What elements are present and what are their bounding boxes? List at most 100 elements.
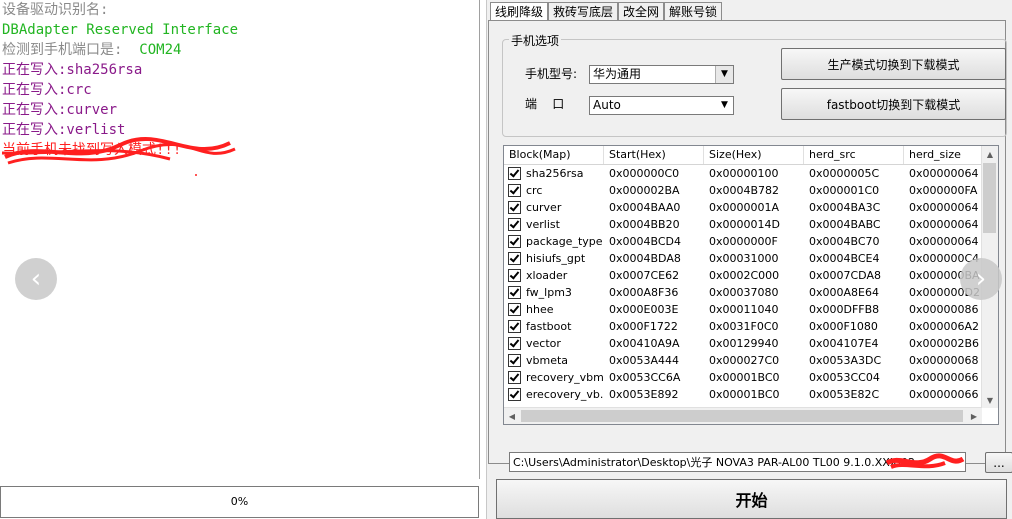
block-cell[interactable]: sha256rsa xyxy=(504,165,604,182)
col-start[interactable]: Start(Hex) xyxy=(604,146,704,164)
col-size[interactable]: Size(Hex) xyxy=(704,146,804,164)
log-line: 正在写入:curver xyxy=(2,102,118,118)
log-line: DBAdapter Reserved Interface xyxy=(2,22,239,38)
scroll-thumb[interactable] xyxy=(521,410,963,422)
table-cell: 0x0004BCE4 xyxy=(809,252,880,265)
table-row[interactable]: verlist 0x0004BB20 0x0000014D 0x0004BABC 0x0… xyxy=(504,216,998,233)
row-checkbox[interactable] xyxy=(508,235,521,248)
chevron-down-icon[interactable]: ▼ xyxy=(715,66,733,83)
prev-arrow-icon[interactable]: ‹ xyxy=(15,258,57,300)
browse-button[interactable]: ... xyxy=(985,452,1012,473)
model-select[interactable]: 华为通用 ▼ xyxy=(589,65,734,84)
block-cell[interactable]: vector xyxy=(504,335,604,352)
row-checkbox[interactable] xyxy=(508,388,521,401)
prod-to-download-button[interactable]: 生产模式切换到下载模式 xyxy=(781,48,1006,80)
table-cell: 0x00001BC0 xyxy=(709,371,780,384)
table-row[interactable]: xloader 0x0007CE62 0x0002C000 0x0007CDA8 0x0… xyxy=(504,267,998,284)
row-checkbox[interactable] xyxy=(508,320,521,333)
model-value: 华为通用 xyxy=(593,67,642,81)
table-cell: 0x0053CC6A xyxy=(609,371,681,384)
row-checkbox[interactable] xyxy=(508,303,521,316)
row-checkbox[interactable] xyxy=(508,371,521,384)
table-row[interactable]: hhee 0x000E003E 0x00011040 0x000DFFB8 0x0000… xyxy=(504,301,998,318)
table-cell: 0x0053CC04 xyxy=(809,371,880,384)
block-cell[interactable]: fastboot xyxy=(504,318,604,335)
scroll-thumb[interactable] xyxy=(983,163,996,233)
log-port-prefix: 检测到手机端口是: xyxy=(2,42,123,58)
block-cell[interactable]: hisiufs_gpt xyxy=(504,250,604,267)
table-row[interactable]: hisiufs_gpt 0x0004BDA8 0x00031000 0x0004BCE… xyxy=(504,250,998,267)
table-row[interactable]: vbmeta 0x0053A444 0x000027C0 0x0053A3DC 0x00… xyxy=(504,352,998,369)
table-cell: 0x0053E82C xyxy=(809,388,880,401)
row-checkbox[interactable] xyxy=(508,252,521,265)
block-name: xloader xyxy=(526,269,568,282)
block-name: erecovery_vb... xyxy=(526,388,604,401)
table-cell: 0x00037080 xyxy=(709,286,779,299)
table-row[interactable]: vector 0x00410A9A 0x00129940 0x004107E4 0x00… xyxy=(504,335,998,352)
table-cell: 0x000A8E64 xyxy=(809,286,879,299)
row-checkbox[interactable] xyxy=(508,167,521,180)
col-herd-src[interactable]: herd_src xyxy=(804,146,904,164)
log-line: 正在写入:sha256rsa xyxy=(2,62,143,78)
block-cell[interactable]: recovery_vbm... xyxy=(504,369,604,386)
block-cell[interactable]: erecovery_vb... xyxy=(504,386,604,403)
block-cell[interactable]: xloader xyxy=(504,267,604,284)
row-checkbox[interactable] xyxy=(508,201,521,214)
block-cell[interactable]: verlist xyxy=(504,216,604,233)
next-arrow-icon[interactable]: › xyxy=(960,258,1002,300)
table-row[interactable]: sha256rsa 0x000000C0 0x00000100 0x0000005C 0… xyxy=(504,165,998,182)
redaction-scribble xyxy=(885,453,965,469)
table-cell: 0x0000014D xyxy=(709,218,780,231)
table-row[interactable]: crc 0x000002BA 0x0004B782 0x000001C0 0x00000… xyxy=(504,182,998,199)
table-cell: 0x0004BAA0 xyxy=(609,201,681,214)
port-select[interactable]: Auto ▼ xyxy=(589,96,734,115)
tab-full-network[interactable]: 改全网 xyxy=(618,2,665,20)
row-checkbox[interactable] xyxy=(508,337,521,350)
block-name: fw_lpm3 xyxy=(526,286,572,299)
col-block[interactable]: Block(Map) xyxy=(504,146,604,164)
block-cell[interactable]: hhee xyxy=(504,301,604,318)
table-cell: 0x00410A9A xyxy=(609,337,680,350)
right-panel: 线刷降级 救砖写底层 改全网 解账号锁 手机选项 手机型号: 华为通用 ▼ 端 … xyxy=(486,0,1012,519)
block-cell[interactable]: fw_lpm3 xyxy=(504,284,604,301)
row-checkbox[interactable] xyxy=(508,286,521,299)
table-cell: 0x0031F0C0 xyxy=(709,320,779,333)
table-cell: 0x000000C0 xyxy=(609,167,680,180)
block-cell[interactable]: crc xyxy=(504,182,604,199)
partition-table[interactable]: Block(Map) Start(Hex) Size(Hex) herd_src… xyxy=(503,145,999,425)
table-cell: 0x0004BB20 xyxy=(609,218,680,231)
block-cell[interactable]: package_type xyxy=(504,233,604,250)
tab-unbrick[interactable]: 救砖写底层 xyxy=(548,2,619,20)
table-row[interactable]: fastboot 0x000F1722 0x0031F0C0 0x000F1080 0x… xyxy=(504,318,998,335)
horizontal-scrollbar[interactable]: ◀ ▶ xyxy=(504,407,982,424)
table-row[interactable]: fw_lpm3 0x000A8F36 0x00037080 0x000A8E64 0x0… xyxy=(504,284,998,301)
row-checkbox[interactable] xyxy=(508,218,521,231)
scroll-left-icon[interactable]: ◀ xyxy=(504,408,520,424)
log-output[interactable]: 设备驱动识别名: DBAdapter Reserved Interface 检测… xyxy=(0,0,480,479)
table-row[interactable]: recovery_vbm... 0x0053CC6A 0x00001BC0 0x005… xyxy=(504,369,998,386)
table-cell: 0x0004BABC xyxy=(809,218,881,231)
tab-account-unlock[interactable]: 解账号锁 xyxy=(664,2,723,20)
row-checkbox[interactable] xyxy=(508,184,521,197)
scroll-down-icon[interactable]: ▼ xyxy=(982,392,998,408)
scroll-right-icon[interactable]: ▶ xyxy=(966,408,982,424)
table-row[interactable]: package_type 0x0004BCD4 0x0000000F 0x0004BC… xyxy=(504,233,998,250)
table-row[interactable]: erecovery_vb... 0x0053E892 0x00001BC0 0x005… xyxy=(504,386,998,403)
start-button[interactable]: 开始 xyxy=(496,479,1007,519)
table-row[interactable]: curver 0x0004BAA0 0x0000001A 0x0004BA3C 0x00… xyxy=(504,199,998,216)
fastboot-to-download-button[interactable]: fastboot切换到下载模式 xyxy=(781,88,1006,120)
redaction-scribble xyxy=(1,137,236,176)
tab-flash-downgrade[interactable]: 线刷降级 xyxy=(490,2,549,20)
block-cell[interactable]: vbmeta xyxy=(504,352,604,369)
row-checkbox[interactable] xyxy=(508,269,521,282)
table-cell: 0x00129940 xyxy=(709,337,779,350)
tab-panel: 手机选项 手机型号: 华为通用 ▼ 端 口 Auto ▼ 生产模式切换到下载模式… xyxy=(488,20,1012,473)
phone-options-group: 手机选项 手机型号: 华为通用 ▼ 端 口 Auto ▼ 生产模式切换到下载模式… xyxy=(502,32,1007,137)
row-checkbox[interactable] xyxy=(508,354,521,367)
block-name: vector xyxy=(526,337,561,350)
scroll-up-icon[interactable]: ▲ xyxy=(982,146,998,162)
block-name: package_type xyxy=(526,235,603,248)
chevron-down-icon[interactable]: ▼ xyxy=(716,97,733,114)
block-name: recovery_vbm... xyxy=(526,371,604,384)
block-cell[interactable]: curver xyxy=(504,199,604,216)
